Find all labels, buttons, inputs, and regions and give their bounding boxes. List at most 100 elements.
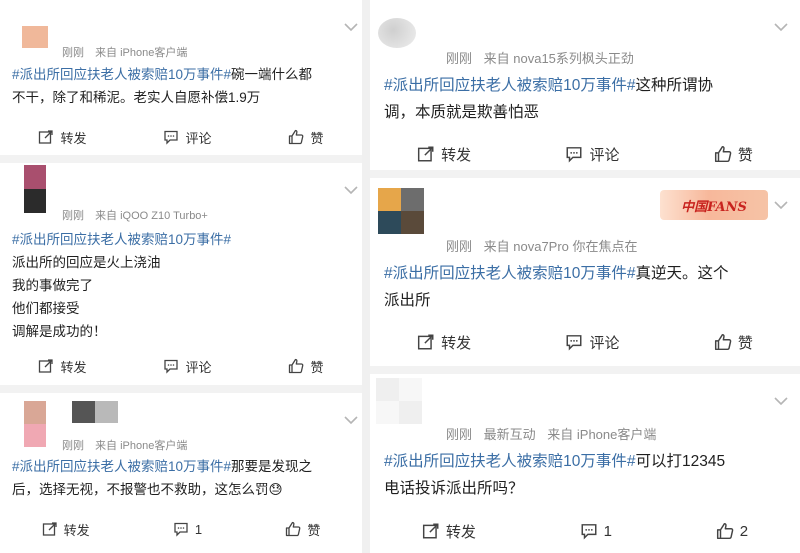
post-text-line: 后，选择无视，不报警也不救助，这怎么罚😓 — [12, 482, 283, 497]
separator — [370, 170, 800, 178]
post-source: 来自 nova15系列枫头正劲 — [483, 51, 634, 66]
repost-icon — [42, 522, 57, 536]
post-time: 刚刚 — [62, 210, 84, 222]
like-button[interactable]: 2 — [716, 522, 748, 540]
comment-label: 评论 — [185, 130, 212, 146]
chevron-down-icon[interactable] — [344, 185, 358, 195]
repost-button[interactable]: 转发 — [417, 144, 471, 165]
post-source: 来自 iPhone客户端 — [95, 47, 188, 59]
like-icon — [716, 522, 734, 540]
repost-button[interactable]: 转发 — [38, 128, 87, 147]
comment-button[interactable]: 评论 — [163, 357, 212, 376]
post-meta: 刚刚 来自 iQOO Z10 Turbo+ — [62, 207, 216, 223]
repost-label: 转发 — [60, 130, 87, 146]
like-button[interactable]: 赞 — [714, 332, 753, 353]
repost-button[interactable]: 转发 — [422, 521, 476, 542]
like-button[interactable]: 赞 — [288, 357, 324, 376]
chevron-down-icon[interactable] — [344, 415, 358, 425]
like-button[interactable]: 赞 — [285, 520, 320, 539]
post-actions: 转发 评论 赞 — [0, 122, 362, 152]
post-meta: 刚刚 来自 nova7Pro 你在焦点在 — [446, 236, 646, 255]
post-text-line: 调解是成功的！ — [12, 324, 107, 339]
comment-button[interactable]: 1 — [580, 522, 612, 540]
repost-label: 转发 — [445, 523, 476, 541]
post-card: 刚刚 来自 iQOO Z10 Turbo+ #派出所回应扶老人被索赔10万事件#… — [0, 163, 362, 385]
left-column: 刚刚 来自 iPhone客户端 #派出所回应扶老人被索赔10万事件#碗一端什么都… — [0, 0, 362, 553]
repost-icon — [39, 359, 54, 373]
column-divider — [362, 0, 370, 553]
post-text-line: 这种所谓协 — [635, 77, 713, 94]
avatar[interactable] — [24, 401, 46, 447]
like-icon — [286, 521, 301, 537]
like-icon — [289, 129, 304, 145]
repost-icon — [39, 130, 54, 144]
comment-icon — [164, 359, 179, 374]
topic-tag[interactable]: #派出所回应扶老人被索赔10万事件# — [12, 232, 231, 247]
post-meta: 刚刚 来自 iPhone客户端 — [62, 44, 195, 60]
separator — [0, 385, 362, 393]
right-column: 刚刚 来自 nova15系列枫头正劲 #派出所回应扶老人被索赔10万事件#这种所… — [370, 0, 800, 553]
post-time: 刚刚 — [62, 47, 84, 59]
post-source: 来自 nova7Pro 你在焦点在 — [483, 239, 638, 254]
post-actions: 转发 1 2 — [370, 516, 800, 546]
post-text-line: 真逆天。这个 — [635, 265, 729, 282]
comment-icon — [164, 130, 179, 145]
post-actions: 转发 1 赞 — [0, 514, 362, 544]
comment-count: 1 — [194, 521, 203, 537]
like-count: 2 — [739, 522, 749, 540]
post-text-line: 可以打12345 — [635, 453, 726, 470]
separator — [370, 366, 800, 374]
repost-button[interactable]: 转发 — [42, 520, 90, 539]
topic-tag[interactable]: #派出所回应扶老人被索赔10万事件# — [12, 67, 231, 82]
like-button[interactable]: 赞 — [714, 144, 753, 165]
like-button[interactable]: 赞 — [288, 128, 324, 147]
like-label: 赞 — [737, 334, 753, 352]
topic-tag[interactable]: #派出所回应扶老人被索赔10万事件# — [384, 265, 635, 282]
repost-icon — [418, 146, 434, 162]
avatar[interactable] — [24, 165, 46, 213]
post-source: 来自 iPhone客户端 — [95, 440, 188, 452]
avatar[interactable] — [22, 26, 48, 48]
post-meta: 刚刚 最新互动 来自 iPhone客户端 — [446, 424, 664, 443]
repost-icon — [422, 523, 439, 539]
chevron-down-icon[interactable] — [774, 22, 788, 32]
fans-badge[interactable]: 中国FANS — [660, 190, 768, 220]
chevron-down-icon[interactable] — [774, 396, 788, 406]
comment-button[interactable]: 评论 — [565, 332, 620, 353]
post-text: #派出所回应扶老人被索赔10万事件#真逆天。这个 派出所 — [384, 260, 794, 314]
comment-button[interactable]: 1 — [173, 521, 202, 537]
post-text: #派出所回应扶老人被索赔10万事件#这种所谓协 调，本质就是欺善怕恶 — [384, 72, 794, 126]
avatar[interactable] — [378, 18, 416, 48]
topic-tag[interactable]: #派出所回应扶老人被索赔10万事件# — [12, 459, 231, 474]
like-label: 赞 — [310, 359, 324, 375]
post-text-line: 电话投诉派出所吗？ — [384, 480, 524, 497]
comment-icon — [174, 522, 188, 537]
post-time: 刚刚 — [446, 427, 473, 442]
topic-tag[interactable]: #派出所回应扶老人被索赔10万事件# — [384, 453, 635, 470]
comment-count: 1 — [603, 522, 612, 540]
repost-button[interactable]: 转发 — [38, 357, 87, 376]
post-card: 刚刚 来自 iPhone客户端 #派出所回应扶老人被索赔10万事件#那要是发现之… — [0, 393, 362, 553]
fans-badge-label: 中国FANS — [681, 199, 747, 215]
post-extra: 最新互动 — [483, 427, 536, 442]
post-text: #派出所回应扶老人被索赔10万事件#那要是发现之 后，选择无视，不报警也不救助，… — [12, 455, 360, 501]
post-card: 刚刚 来自 nova15系列枫头正劲 #派出所回应扶老人被索赔10万事件#这种所… — [370, 0, 800, 170]
chevron-down-icon[interactable] — [344, 22, 358, 32]
avatar-badge — [72, 401, 118, 423]
post-actions: 转发 评论 赞 — [0, 351, 362, 381]
repost-button[interactable]: 转发 — [417, 332, 471, 353]
comment-button[interactable]: 评论 — [565, 144, 620, 165]
avatar[interactable] — [376, 378, 422, 424]
post-time: 刚刚 — [62, 440, 84, 452]
chevron-down-icon[interactable] — [774, 200, 788, 210]
post-card: 刚刚 最新互动 来自 iPhone客户端 #派出所回应扶老人被索赔10万事件#可… — [370, 374, 800, 553]
post-text-line: 那要是发现之 — [231, 459, 313, 474]
comment-label: 评论 — [185, 359, 212, 375]
comment-button[interactable]: 评论 — [163, 128, 212, 147]
post-text-line: 碗一端什么都 — [231, 67, 313, 82]
post-time: 刚刚 — [446, 239, 473, 254]
comment-icon — [567, 335, 582, 351]
topic-tag[interactable]: #派出所回应扶老人被索赔10万事件# — [384, 77, 635, 94]
avatar[interactable] — [378, 188, 424, 234]
post-text-line: 不干，除了和稀泥。老实人自愿补偿1.9万 — [12, 90, 261, 105]
